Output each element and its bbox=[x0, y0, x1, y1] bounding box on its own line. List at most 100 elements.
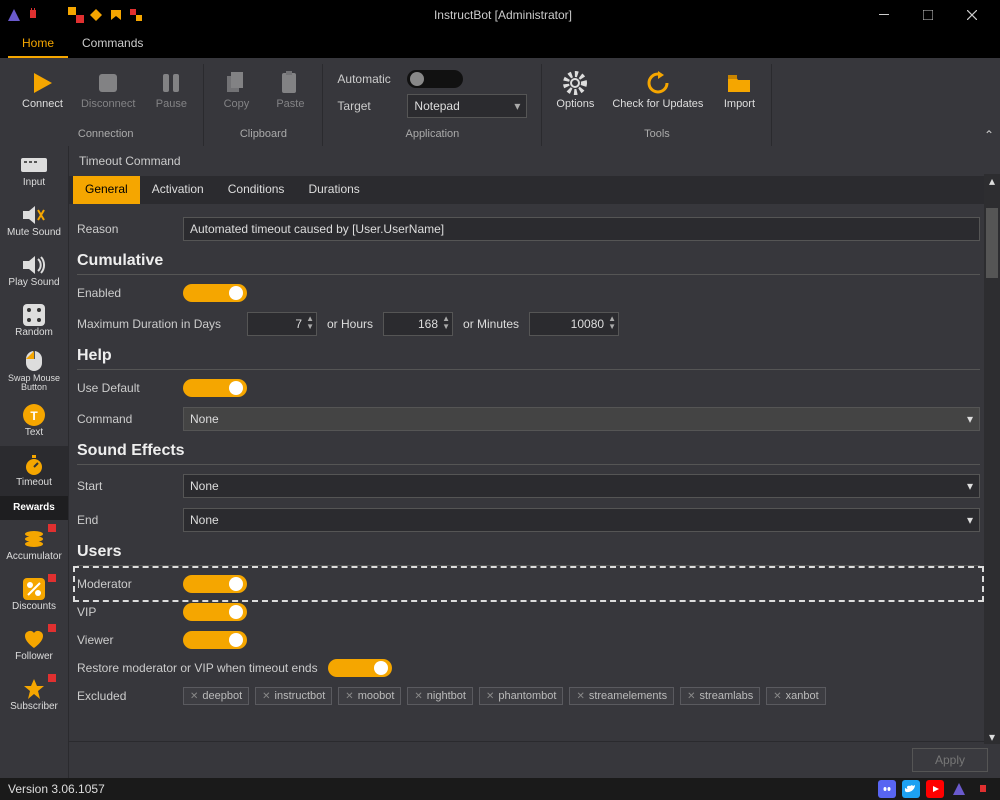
sidebar-item-play-sound[interactable]: Play Sound bbox=[0, 246, 68, 296]
remove-icon[interactable]: ✕ bbox=[576, 691, 584, 702]
form-scroll[interactable]: Reason Automated timeout caused by [User… bbox=[69, 204, 1000, 741]
use-default-toggle[interactable] bbox=[183, 379, 247, 397]
sidebar-item-swap-mouse[interactable]: Swap Mouse Button bbox=[0, 346, 68, 396]
chevron-down-icon: ▾ bbox=[967, 513, 973, 527]
sidebar-item-text[interactable]: T Text bbox=[0, 396, 68, 446]
reason-input[interactable]: Automated timeout caused by [User.UserNa… bbox=[183, 217, 980, 241]
sidebar-item-follower[interactable]: Follower bbox=[0, 620, 68, 670]
target-label: Target bbox=[337, 99, 397, 113]
moderator-toggle[interactable] bbox=[183, 575, 247, 593]
sidebar-item-discounts[interactable]: Discounts bbox=[0, 570, 68, 620]
excluded-tag[interactable]: ✕instructbot bbox=[255, 687, 332, 705]
target-select[interactable]: Notepad ▾ bbox=[407, 94, 527, 118]
remove-icon[interactable]: ✕ bbox=[345, 691, 353, 702]
stopwatch-icon bbox=[21, 454, 47, 476]
vertical-scrollbar[interactable]: ▴▾ bbox=[984, 174, 1000, 744]
discord-icon[interactable] bbox=[878, 780, 896, 798]
remove-icon[interactable]: ✕ bbox=[687, 691, 695, 702]
excluded-tag[interactable]: ✕nightbot bbox=[407, 687, 473, 705]
end-select[interactable]: None▾ bbox=[183, 508, 980, 532]
import-button[interactable]: Import bbox=[715, 64, 763, 124]
mouse-icon bbox=[21, 350, 47, 372]
qat-icon-2[interactable] bbox=[88, 7, 104, 23]
twitter-icon[interactable] bbox=[902, 780, 920, 798]
qat-icon-3[interactable] bbox=[108, 7, 124, 23]
speaker-icon bbox=[21, 254, 47, 276]
stack-icon bbox=[21, 528, 47, 550]
end-label: End bbox=[77, 513, 173, 527]
sidebar-item-mute-sound[interactable]: Mute Sound bbox=[0, 196, 68, 246]
pause-icon bbox=[156, 68, 186, 98]
check-updates-button[interactable]: Check for Updates bbox=[606, 64, 709, 124]
content-tabs: General Activation Conditions Durations bbox=[69, 176, 1000, 204]
plug-status-icon[interactable] bbox=[974, 780, 992, 798]
hours-input[interactable]: 168▲▼ bbox=[383, 312, 453, 336]
reason-label: Reason bbox=[77, 222, 173, 236]
remove-icon[interactable]: ✕ bbox=[414, 691, 422, 702]
remove-icon[interactable]: ✕ bbox=[773, 691, 781, 702]
days-input[interactable]: 7▲▼ bbox=[247, 312, 317, 336]
ribbon-group-label: Tools bbox=[644, 128, 670, 140]
excluded-tag[interactable]: ✕streamlabs bbox=[680, 687, 760, 705]
use-default-label: Use Default bbox=[77, 381, 173, 395]
moderator-label: Moderator bbox=[77, 577, 173, 591]
sidebar-item-timeout[interactable]: Timeout bbox=[0, 446, 68, 496]
window-title: InstructBot [Administrator] bbox=[144, 8, 862, 22]
alert-dot bbox=[48, 574, 56, 582]
automatic-toggle[interactable] bbox=[407, 70, 463, 88]
restore-toggle[interactable] bbox=[328, 659, 392, 677]
viewer-toggle[interactable] bbox=[183, 631, 247, 649]
start-select[interactable]: None▾ bbox=[183, 474, 980, 498]
subtab-general[interactable]: General bbox=[73, 176, 140, 204]
ribbon-group-clipboard: Copy Paste Clipboard bbox=[204, 64, 323, 146]
paste-icon bbox=[275, 68, 305, 98]
subtab-durations[interactable]: Durations bbox=[296, 176, 371, 204]
sidebar-item-rewards[interactable]: Rewards bbox=[0, 496, 68, 520]
qat-icon-4[interactable] bbox=[128, 7, 144, 23]
excluded-tags[interactable]: ✕deepbot ✕instructbot ✕moobot ✕nightbot ✕pha… bbox=[183, 687, 980, 705]
excluded-tag[interactable]: ✕deepbot bbox=[183, 687, 249, 705]
section-users: Users bbox=[77, 543, 980, 561]
maximize-button[interactable] bbox=[906, 0, 950, 30]
sidebar-item-subscriber[interactable]: Subscriber bbox=[0, 670, 68, 720]
subtab-activation[interactable]: Activation bbox=[140, 176, 216, 204]
sidebar-item-input[interactable]: Input bbox=[0, 146, 68, 196]
section-help: Help bbox=[77, 347, 980, 365]
qat-icon-1[interactable] bbox=[68, 7, 84, 23]
remove-icon[interactable]: ✕ bbox=[262, 691, 270, 702]
ribbon-group-application: Automatic Target Notepad ▾ Application bbox=[323, 64, 542, 146]
close-button[interactable] bbox=[950, 0, 994, 30]
excluded-tag[interactable]: ✕phantombot bbox=[479, 687, 564, 705]
remove-icon[interactable]: ✕ bbox=[190, 691, 198, 702]
disconnect-button: Disconnect bbox=[75, 64, 141, 124]
bot-status-icon[interactable] bbox=[950, 780, 968, 798]
subtab-conditions[interactable]: Conditions bbox=[216, 176, 297, 204]
ribbon-group-label: Connection bbox=[78, 128, 134, 140]
apply-button[interactable]: Apply bbox=[912, 748, 988, 772]
command-label: Command bbox=[77, 412, 173, 426]
remove-icon[interactable]: ✕ bbox=[486, 691, 494, 702]
stop-icon bbox=[93, 68, 123, 98]
minutes-input[interactable]: 10080▲▼ bbox=[529, 312, 619, 336]
copy-icon bbox=[221, 68, 251, 98]
tab-commands[interactable]: Commands bbox=[68, 30, 157, 58]
connect-button[interactable]: Connect bbox=[16, 64, 69, 124]
alert-dot bbox=[48, 624, 56, 632]
minimize-button[interactable] bbox=[862, 0, 906, 30]
vip-toggle[interactable] bbox=[183, 603, 247, 621]
mute-icon bbox=[21, 204, 47, 226]
ribbon-collapse-button[interactable]: ⌃ bbox=[984, 128, 994, 142]
excluded-tag[interactable]: ✕xanbot bbox=[766, 687, 825, 705]
sidebar-item-random[interactable]: Random bbox=[0, 296, 68, 346]
moderator-row: Moderator bbox=[77, 570, 980, 598]
options-button[interactable]: Options bbox=[550, 64, 600, 124]
excluded-tag[interactable]: ✕streamelements bbox=[569, 687, 674, 705]
sidebar-item-accumulator[interactable]: Accumulator bbox=[0, 520, 68, 570]
content: Timeout Command General Activation Condi… bbox=[68, 146, 1000, 778]
youtube-icon[interactable] bbox=[926, 780, 944, 798]
excluded-tag[interactable]: ✕moobot bbox=[338, 687, 401, 705]
automatic-label: Automatic bbox=[337, 72, 397, 86]
enabled-toggle[interactable] bbox=[183, 284, 247, 302]
tab-home[interactable]: Home bbox=[8, 30, 68, 58]
ribbon-group-connection: Connect Disconnect Pause Connection bbox=[8, 64, 204, 146]
